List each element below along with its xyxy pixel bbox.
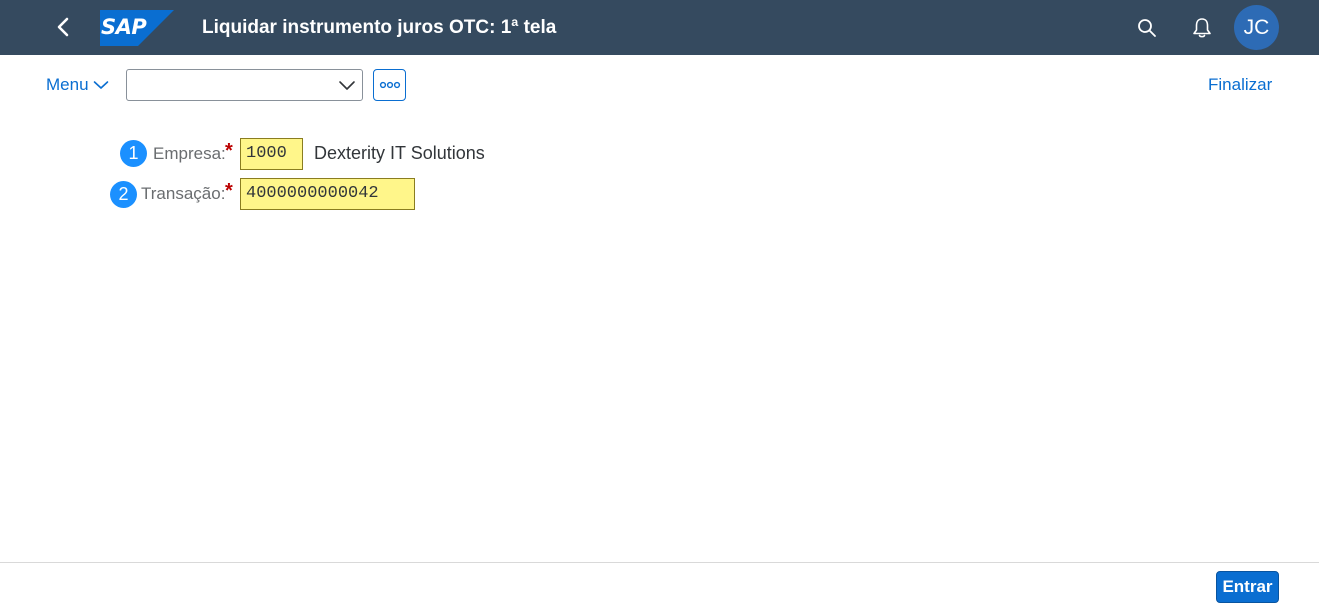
entrar-button[interactable]: Entrar (1216, 571, 1279, 603)
search-icon (1138, 19, 1156, 37)
avatar-initials: JC (1243, 15, 1270, 39)
finalizar-button[interactable]: Finalizar (1208, 75, 1272, 95)
bell-icon (1193, 18, 1211, 38)
menu-button[interactable]: Menu (46, 74, 109, 96)
back-icon (57, 17, 69, 37)
sap-logo-text: SAP (101, 15, 147, 39)
user-avatar[interactable]: JC (1234, 5, 1279, 50)
shell-bar: SAP Liquidar instrumento juros OTC: 1ª t… (0, 0, 1319, 55)
empresa-description: Dexterity IT Solutions (314, 143, 485, 163)
chevron-down-icon (93, 81, 108, 89)
footer-divider (0, 562, 1319, 563)
command-field-select[interactable] (126, 69, 363, 101)
required-indicator: * (225, 180, 233, 202)
required-indicator: * (225, 140, 233, 162)
menu-label: Menu (46, 75, 89, 94)
app-title: Liquidar instrumento juros OTC: 1ª tela (202, 17, 557, 38)
step-badge-2: 2 (110, 181, 137, 208)
notifications-button[interactable] (1186, 12, 1218, 44)
more-options-button[interactable] (373, 69, 406, 101)
empresa-label: Empresa: (153, 144, 226, 163)
empresa-input[interactable]: 1000 (240, 138, 303, 170)
overflow-icon (379, 81, 400, 89)
search-button[interactable] (1131, 12, 1163, 44)
transacao-input[interactable]: 4000000000042 (240, 178, 415, 210)
back-button[interactable] (46, 11, 80, 43)
step-badge-1: 1 (120, 140, 147, 167)
transacao-label: Transação: (141, 184, 226, 203)
chevron-down-icon (339, 81, 355, 90)
